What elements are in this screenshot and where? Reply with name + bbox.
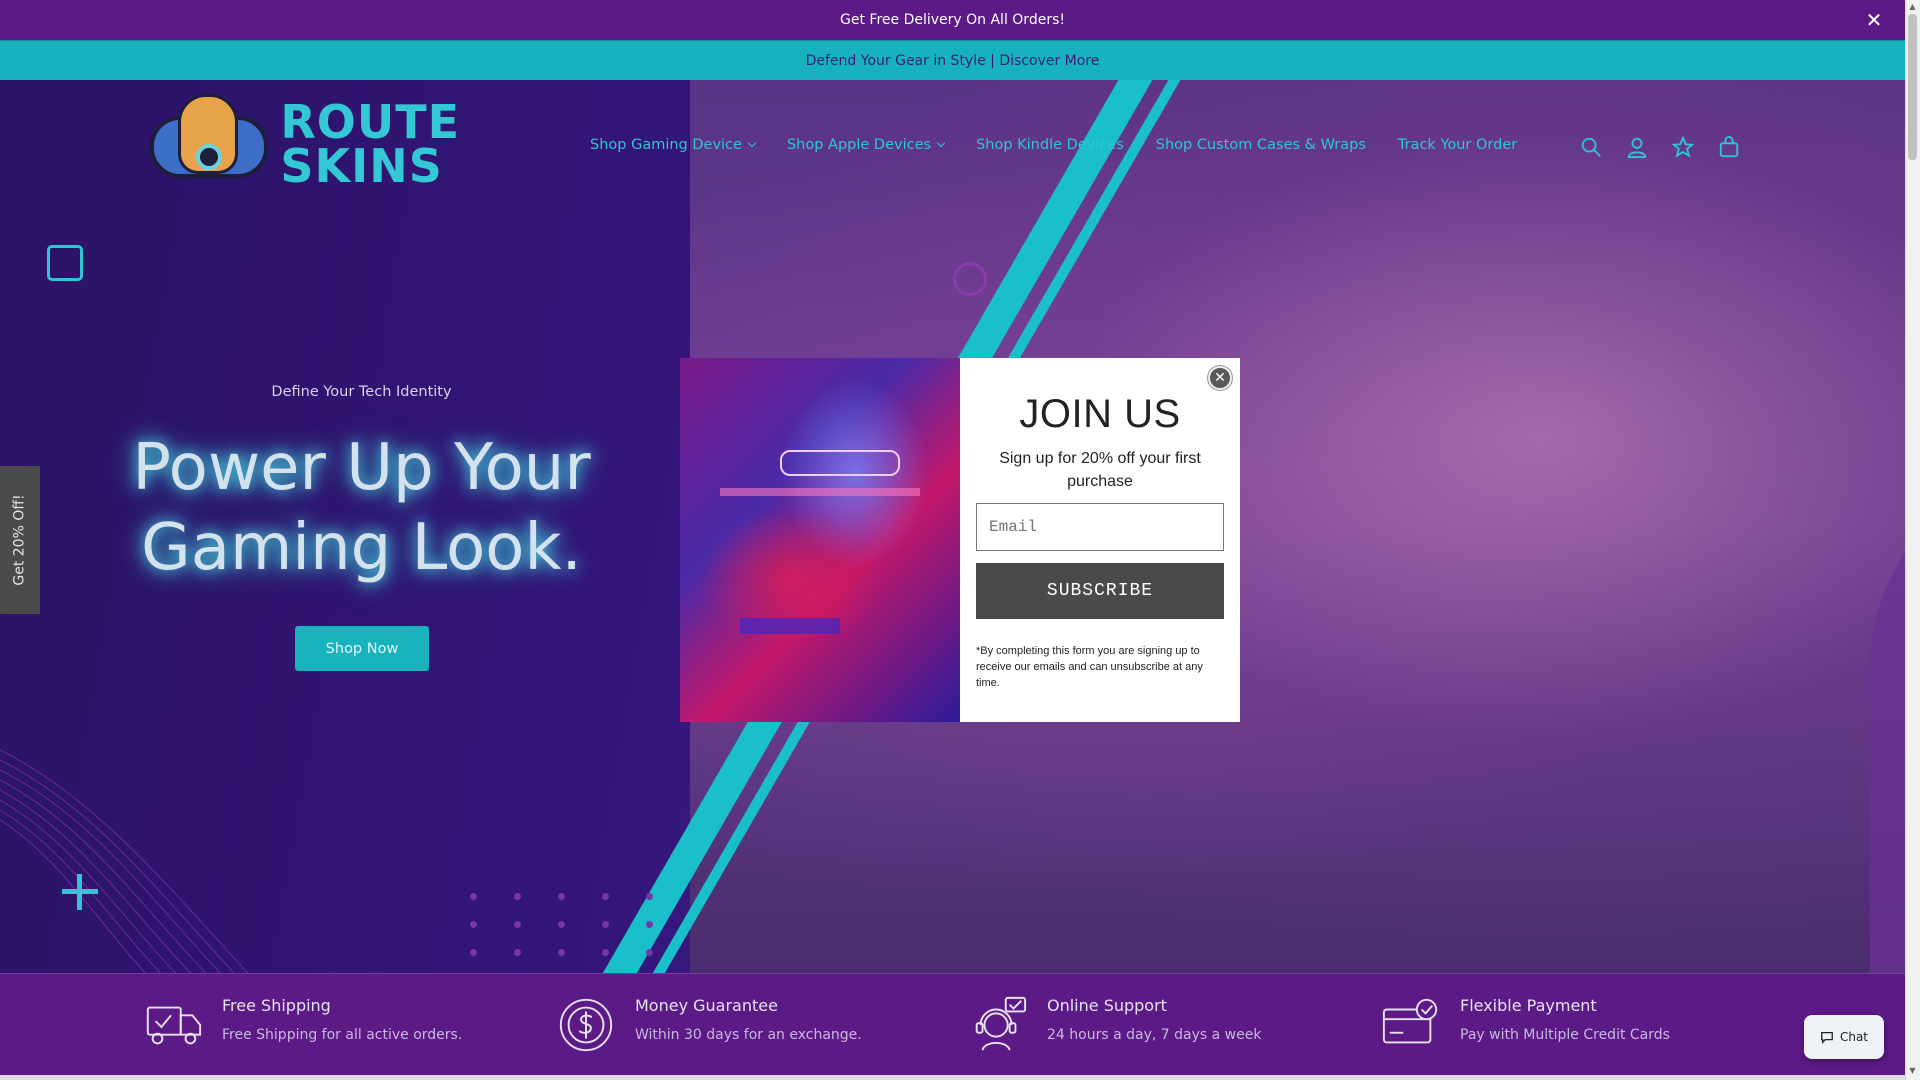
cart-icon[interactable] (1718, 136, 1740, 158)
logo-line-2: SKINS (280, 139, 443, 193)
decor-dot (602, 949, 609, 956)
nav-label: Shop Gaming Device (590, 137, 742, 153)
truck-icon (146, 1006, 202, 1045)
nav-item-apple-devices[interactable]: Shop Apple Devices (786, 137, 946, 153)
discount-side-tab[interactable]: Get 20% Off! (0, 466, 40, 614)
logo-controller-icon (148, 94, 268, 194)
decor-plus (60, 872, 100, 912)
decor-dot (514, 921, 521, 928)
nav-item-kindle-devices[interactable]: Shop Kindle Devices (976, 137, 1124, 153)
decor-dot (470, 921, 477, 928)
hero-title-line-2: Gaming Look. (141, 511, 582, 585)
feature-title: Online Support (1047, 996, 1167, 1015)
features-bar: Free Shipping Free Shipping for all acti… (0, 973, 1905, 1075)
promo-text[interactable]: Defend Your Gear in Style | Discover Mor… (806, 53, 1100, 69)
scrollbar-thumb[interactable] (1908, 14, 1917, 160)
page-bottom-edge (0, 1075, 1905, 1080)
popup-subtitle: Sign up for 20% off your first purchase (999, 450, 1201, 490)
nav-label: Shop Kindle Devices (976, 137, 1124, 153)
signup-popup: ✕ JOIN US Sign up for 20% off your first… (680, 358, 1240, 722)
popup-image (680, 358, 960, 722)
chat-label: Chat (1839, 1030, 1869, 1044)
logo-text: ROUTE SKINS (280, 95, 460, 193)
search-icon[interactable] (1580, 136, 1602, 158)
decor-dot (646, 921, 653, 928)
announcement-text: Get Free Delivery On All Orders! (840, 12, 1065, 28)
main-nav: Shop Gaming Device Shop Apple Devices Sh… (590, 137, 1549, 153)
promo-bar[interactable]: Defend Your Gear in Style | Discover Mor… (0, 40, 1905, 80)
feature-desc: Within 30 days for an exchange. (635, 1027, 862, 1043)
money-icon (559, 998, 613, 1052)
decor-dot (514, 949, 521, 956)
email-field[interactable] (976, 503, 1224, 551)
chat-button[interactable]: Chat (1804, 1015, 1884, 1059)
discount-side-tab-label: Get 20% Off! (12, 494, 28, 586)
decor-dot (514, 893, 521, 900)
header-icons (1580, 136, 1740, 158)
wishlist-icon[interactable] (1672, 136, 1694, 158)
decor-dot (558, 921, 565, 928)
logo-line-1: ROUTE (280, 95, 460, 149)
hero-photo-person-left (1870, 460, 1905, 973)
glasses-graphic (780, 450, 900, 476)
shop-now-button[interactable]: Shop Now (295, 626, 429, 671)
decor-dot (558, 949, 565, 956)
nav-label: Track Your Order (1397, 137, 1518, 153)
close-icon[interactable]: ✕ (1863, 9, 1885, 31)
popup-close-icon[interactable]: ✕ (1208, 366, 1232, 390)
nav-item-custom-cases[interactable]: Shop Custom Cases & Wraps (1156, 137, 1366, 153)
decor-dot (470, 893, 477, 900)
card-icon (1382, 998, 1438, 1044)
feature-online-support: Online Support 24 hours a day, 7 days a … (967, 994, 1261, 1056)
subscribe-button[interactable]: SUBSCRIBE (976, 563, 1224, 619)
nav-item-track-order[interactable]: Track Your Order (1398, 137, 1517, 153)
decor-dot (646, 893, 653, 900)
decor-dot (646, 949, 653, 956)
chat-bubble-icon (1821, 1031, 1833, 1044)
feature-desc: Pay with Multiple Credit Cards (1460, 1027, 1670, 1043)
decor-dot (558, 893, 565, 900)
decor-dots (470, 893, 660, 963)
hero-title: Power Up Your Gaming Look. (120, 428, 603, 588)
chevron-down-icon (936, 138, 946, 148)
feature-title: Flexible Payment (1460, 996, 1597, 1015)
page-scrollbar[interactable] (1905, 0, 1920, 1080)
decor-square (47, 245, 83, 281)
decor-dot (602, 893, 609, 900)
hero-tagline: Define Your Tech Identity (271, 384, 452, 400)
feature-money-guarantee: Money Guarantee Within 30 days for an ex… (555, 994, 862, 1056)
account-icon[interactable] (1626, 136, 1648, 158)
decor-wave-lines (0, 749, 249, 973)
popup-title: JOIN US (1019, 392, 1181, 436)
feature-desc: Free Shipping for all active orders. (222, 1027, 463, 1043)
feature-desc: 24 hours a day, 7 days a week (1047, 1027, 1262, 1043)
chevron-down-icon (747, 138, 757, 148)
decor-dot (602, 921, 609, 928)
scroll-down-arrow-icon[interactable]: ▼ (1907, 1066, 1918, 1076)
site-logo[interactable]: ROUTE SKINS (148, 92, 460, 196)
nav-item-gaming-device[interactable]: Shop Gaming Device (590, 137, 757, 153)
nav-label: Shop Apple Devices (786, 137, 932, 153)
feature-free-shipping: Free Shipping Free Shipping for all acti… (142, 994, 462, 1056)
popup-disclaimer: *By completing this form you are signing… (976, 645, 1203, 689)
support-icon (975, 996, 1027, 1051)
popup-form: ✕ JOIN US Sign up for 20% off your first… (960, 358, 1240, 722)
scroll-up-arrow-icon[interactable]: ▲ (1907, 2, 1918, 12)
feature-title: Money Guarantee (635, 996, 778, 1015)
hero-title-line-1: Power Up Your (132, 431, 591, 505)
decor-circle (953, 262, 987, 296)
announcement-bar: Get Free Delivery On All Orders! ✕ (0, 0, 1905, 40)
decor-dot (470, 949, 477, 956)
feature-flexible-payment: Flexible Payment Pay with Multiple Credi… (1380, 994, 1670, 1056)
nav-label: Shop Custom Cases & Wraps (1155, 137, 1366, 153)
feature-title: Free Shipping (222, 996, 331, 1015)
